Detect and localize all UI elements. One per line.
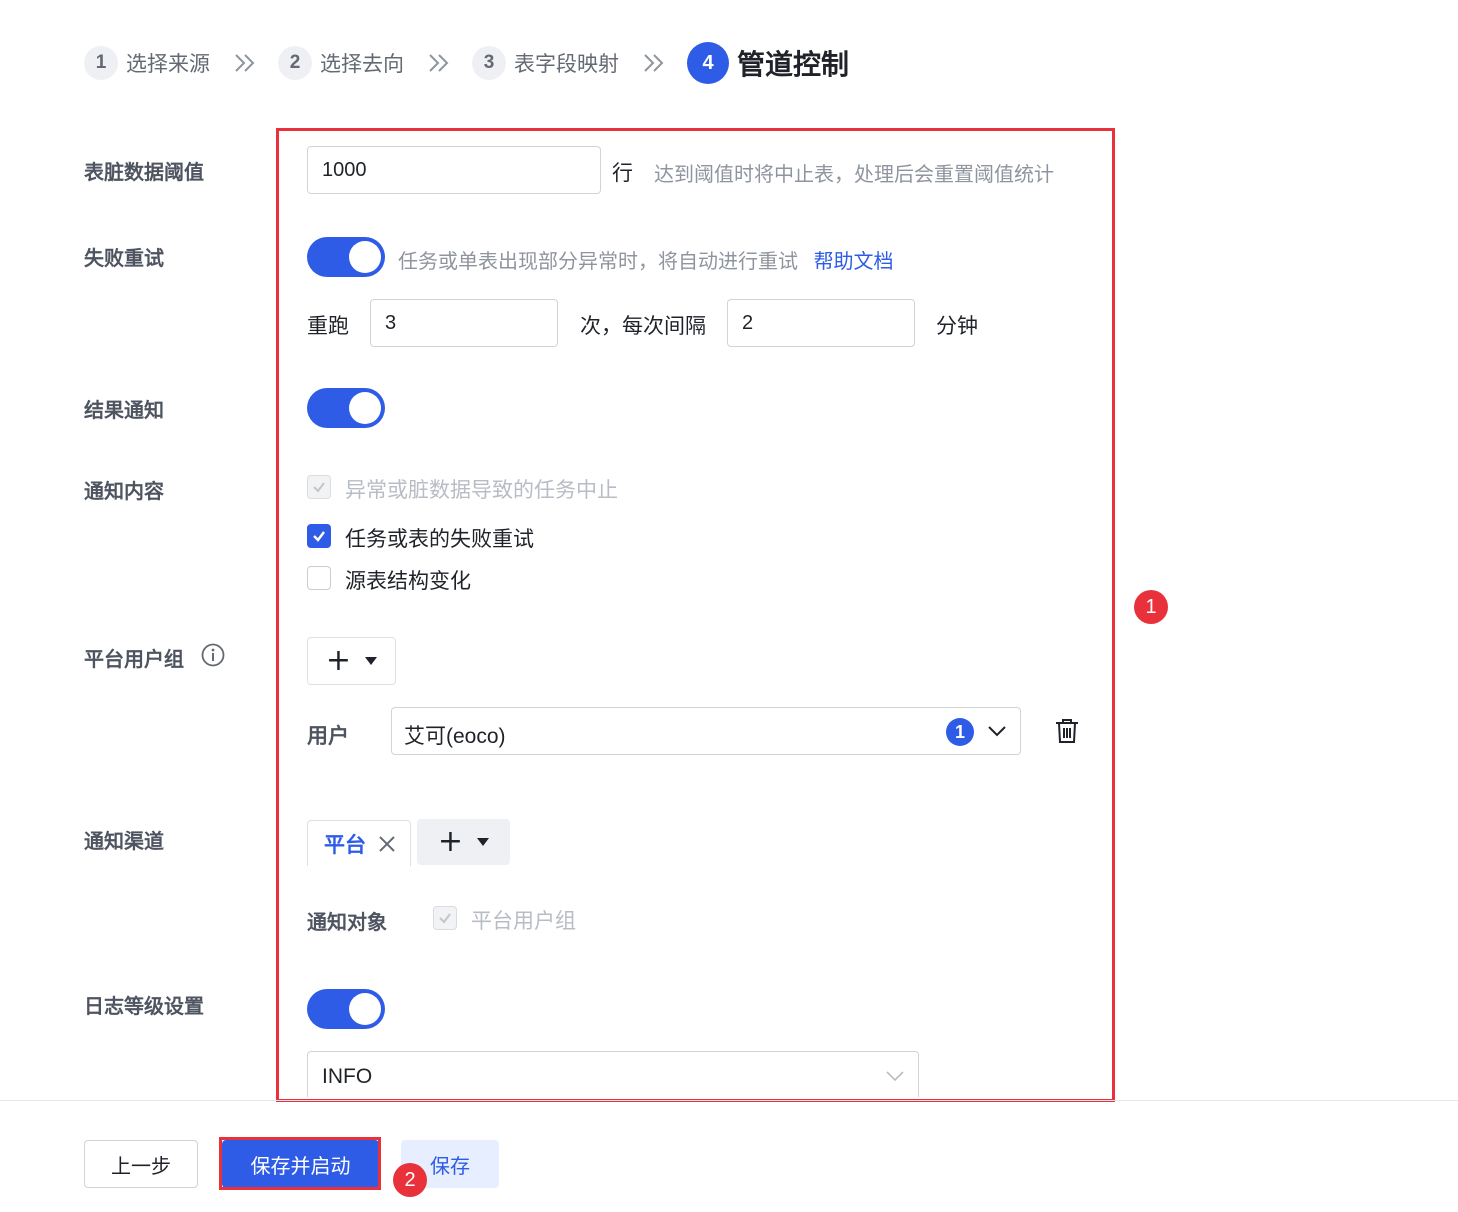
double-chevron-right-icon xyxy=(429,54,449,72)
result-notify-label: 结果通知 xyxy=(84,400,164,422)
step-label: 表字段映射 xyxy=(514,53,619,76)
check-icon xyxy=(439,913,451,924)
interval-unit: 分钟 xyxy=(936,315,978,338)
step-number: 2 xyxy=(278,46,312,80)
add-channel-button[interactable]: + xyxy=(417,819,510,865)
log-level-value: INFO xyxy=(322,1065,373,1088)
toggle-knob xyxy=(349,392,381,424)
retry-hint: 任务或单表出现部分异常时，将自动进行重试 帮助文档 xyxy=(398,245,894,274)
notify-content-label: 通知内容 xyxy=(84,481,164,503)
dirty-threshold-label: 表脏数据阈值 xyxy=(84,162,204,184)
caret-down-icon xyxy=(477,838,490,846)
step-1[interactable]: 1 选择来源 xyxy=(84,46,210,80)
step-label: 选择来源 xyxy=(126,53,210,76)
trash-icon[interactable] xyxy=(1054,718,1080,744)
footer-divider xyxy=(0,1100,1458,1101)
log-level-select[interactable]: INFO xyxy=(307,1051,919,1097)
retry-notify-checkbox-label: 任务或表的失败重试 xyxy=(345,528,534,551)
check-icon xyxy=(313,531,325,542)
retry-hint-text: 任务或单表出现部分异常时，将自动进行重试 xyxy=(398,251,798,273)
annotation-badge-1: 1 xyxy=(1134,590,1168,624)
double-chevron-right-icon xyxy=(235,54,255,72)
schema-change-checkbox[interactable] xyxy=(307,566,331,590)
chevron-down-icon xyxy=(886,1071,904,1082)
step-number: 1 xyxy=(84,46,118,80)
log-level-toggle[interactable] xyxy=(307,989,385,1029)
step-number: 4 xyxy=(687,42,729,84)
target-label: 通知对象 xyxy=(307,912,387,934)
caret-down-icon xyxy=(365,657,378,665)
channel-tab-platform[interactable]: 平台 xyxy=(307,820,411,866)
annotation-box-1 xyxy=(276,128,1115,1102)
channel-label: 通知渠道 xyxy=(84,831,164,853)
check-icon xyxy=(313,482,325,493)
steps-bar: 1 选择来源 2 选择去向 3 表字段映射 4 管道控制 xyxy=(84,42,849,84)
info-icon[interactable] xyxy=(201,643,225,667)
close-icon[interactable] xyxy=(378,835,396,853)
step-label: 选择去向 xyxy=(320,53,404,76)
user-count-badge: 1 xyxy=(946,718,974,746)
chevron-down-icon xyxy=(988,726,1006,737)
plus-icon: + xyxy=(325,643,352,678)
step-4[interactable]: 4 管道控制 xyxy=(687,42,849,84)
retry-times-input[interactable]: 3 xyxy=(370,299,558,347)
step-label: 管道控制 xyxy=(737,49,850,80)
toggle-knob xyxy=(349,993,381,1025)
user-select-value: 艾可(eoco) xyxy=(404,725,506,748)
target-platform-checkbox xyxy=(433,906,457,930)
retry-times-suffix: 次，每次间隔 xyxy=(580,315,706,338)
user-label: 用户 xyxy=(307,725,349,748)
retry-toggle[interactable] xyxy=(307,237,385,277)
target-platform-label: 平台用户组 xyxy=(471,910,576,933)
step-2[interactable]: 2 选择去向 xyxy=(278,46,404,80)
channel-tab-label: 平台 xyxy=(324,833,366,857)
threshold-unit: 行 xyxy=(612,162,633,185)
schema-change-checkbox-label: 源表结构变化 xyxy=(345,570,471,593)
dirty-threshold-input[interactable]: 1000 xyxy=(307,146,601,194)
step-3[interactable]: 3 表字段映射 xyxy=(472,46,619,80)
add-user-group-button[interactable]: + xyxy=(307,637,396,685)
abort-checkbox xyxy=(307,475,331,499)
retry-label: 失败重试 xyxy=(84,248,164,270)
log-level-label: 日志等级设置 xyxy=(84,996,204,1018)
retry-interval-input[interactable]: 2 xyxy=(727,299,915,347)
rerun-label: 重跑 xyxy=(307,315,349,338)
result-notify-toggle[interactable] xyxy=(307,388,385,428)
annotation-badge-2: 2 xyxy=(393,1163,427,1197)
double-chevron-right-icon xyxy=(644,54,664,72)
prev-step-button[interactable]: 上一步 xyxy=(84,1140,198,1188)
help-doc-link[interactable]: 帮助文档 xyxy=(814,251,894,273)
user-group-label: 平台用户组 xyxy=(84,649,184,671)
save-and-start-button[interactable]: 保存并启动 xyxy=(222,1140,379,1188)
threshold-hint: 达到阈值时将中止表，处理后会重置阈值统计 xyxy=(654,164,1054,186)
user-select[interactable]: 艾可(eoco) 1 xyxy=(391,707,1021,755)
step-number: 3 xyxy=(472,46,506,80)
toggle-knob xyxy=(349,241,381,273)
abort-checkbox-label: 异常或脏数据导致的任务中止 xyxy=(345,479,618,502)
retry-notify-checkbox[interactable] xyxy=(307,524,331,548)
plus-icon: + xyxy=(437,824,464,859)
